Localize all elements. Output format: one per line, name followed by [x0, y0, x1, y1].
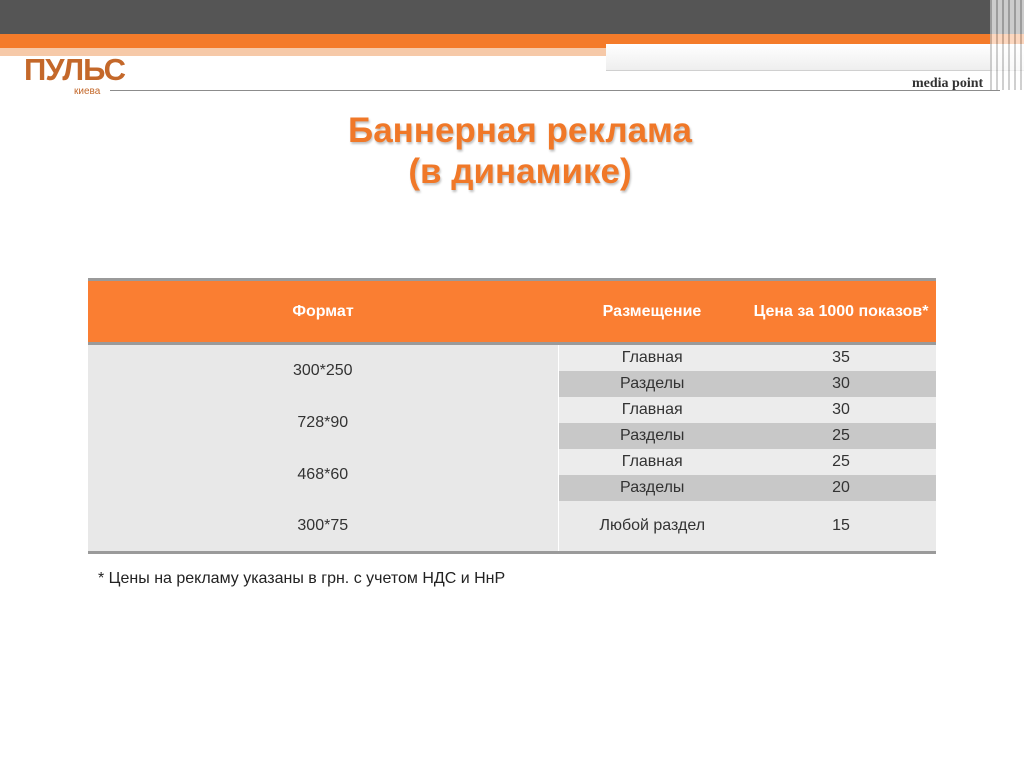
format-cell: 468*60	[88, 449, 559, 501]
price-cell: 20	[746, 475, 936, 501]
placement-cell: Разделы	[558, 475, 746, 501]
table-row: 468*60 Главная 25	[88, 449, 936, 501]
header-price: Цена за 1000 показов*	[746, 279, 936, 344]
price-cell: 25	[746, 423, 936, 449]
table-row: 300*250 Главная 35	[88, 343, 936, 397]
placement-cell: Главная	[558, 397, 746, 423]
price-cell: 15	[746, 501, 936, 553]
placement-cell: Главная	[558, 449, 746, 475]
price-cell: 25	[746, 449, 936, 475]
brand-name: media point	[912, 76, 984, 91]
title-line-1: Баннерная реклама	[348, 111, 692, 150]
logo-sub-text: киева	[74, 86, 101, 97]
header-format: Формат	[88, 279, 558, 344]
placement-cell: Разделы	[558, 371, 746, 397]
logo-main-text: ПУЛЬС	[24, 52, 126, 87]
top-decor-block	[606, 44, 1024, 71]
format-cell: 300*250	[88, 343, 559, 397]
table-header-row: Формат Размещение Цена за 1000 показов*	[88, 279, 936, 344]
page-title: Баннерная реклама (в динамике)	[0, 110, 1024, 192]
table-row: 728*90 Главная 30	[88, 397, 936, 449]
placement-cell: Разделы	[558, 423, 746, 449]
price-cell: 30	[746, 397, 936, 423]
header-divider	[110, 90, 1000, 91]
price-cell: 30	[746, 371, 936, 397]
title-line-2: (в динамике)	[408, 152, 632, 191]
placement-cell: Любой раздел	[558, 501, 746, 553]
format-cell: 300*75	[88, 501, 559, 553]
header-placement: Размещение	[558, 279, 746, 344]
top-stripes-decor	[990, 0, 1024, 90]
price-cell: 35	[746, 343, 936, 371]
logo: ПУЛЬС киева	[24, 52, 126, 97]
price-table: Формат Размещение Цена за 1000 показов* …	[88, 278, 936, 554]
footnote: * Цены на рекламу указаны в грн. с учето…	[98, 570, 506, 587]
format-cell: 728*90	[88, 397, 559, 449]
top-bar	[0, 0, 1024, 34]
placement-cell: Главная	[558, 343, 746, 371]
table-row: 300*75 Любой раздел 15	[88, 501, 936, 553]
